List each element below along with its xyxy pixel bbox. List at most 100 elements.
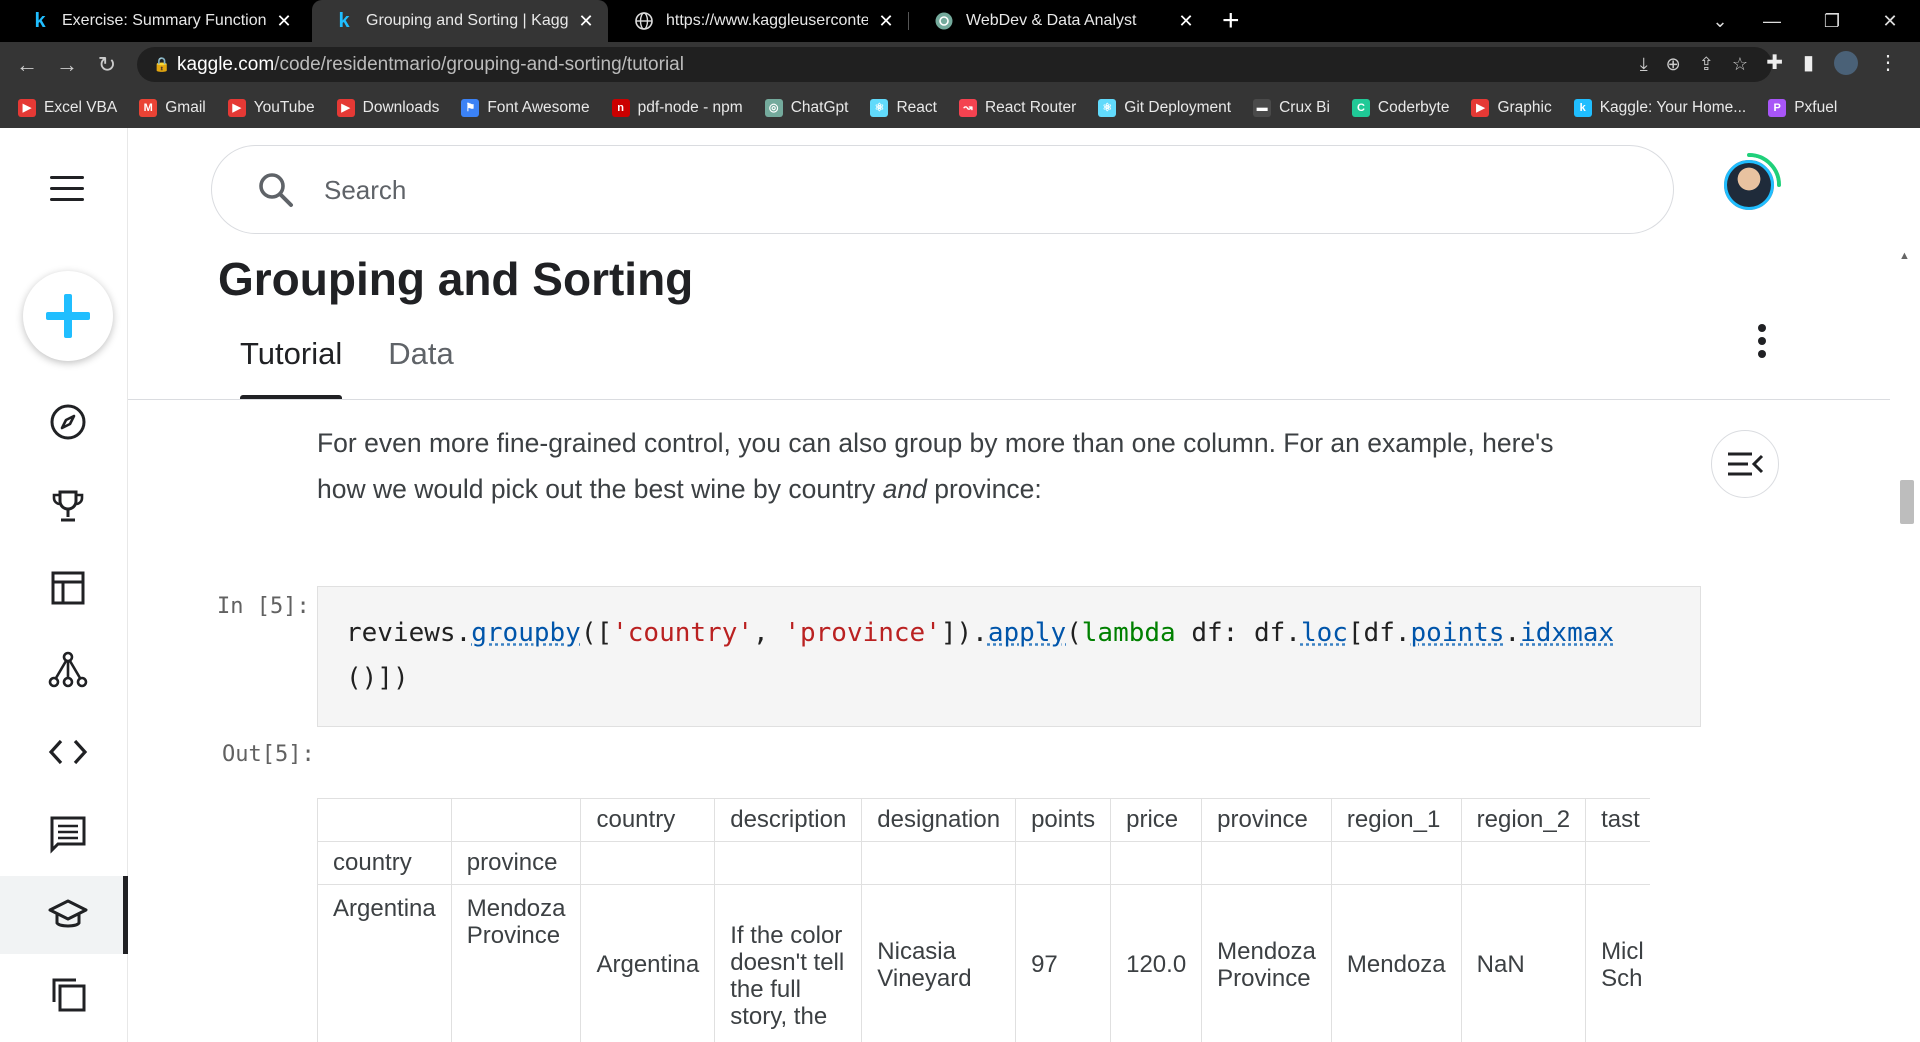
install-icon[interactable]: ⤓: [1640, 47, 1648, 82]
react-icon: ⚛: [1098, 98, 1117, 117]
bookmark-item[interactable]: M Gmail: [139, 98, 206, 117]
copy-icon[interactable]: [44, 970, 92, 1018]
table-header-cell: [450, 798, 582, 842]
globe-icon: [634, 11, 654, 31]
bookmark-item[interactable]: ⚛ Git Deployment: [1098, 98, 1232, 117]
bookmark-label: Gmail: [165, 98, 206, 116]
scroll-up-icon[interactable]: ▲: [1899, 250, 1910, 262]
bookmark-label: Crux Bi: [1279, 98, 1330, 116]
table-header-cell: province: [1201, 798, 1332, 842]
restore-button[interactable]: ❐: [1812, 0, 1852, 42]
tabs-divider: [128, 399, 1890, 400]
close-icon[interactable]: ✕: [576, 11, 596, 32]
extensions-icon[interactable]: ✚: [1766, 50, 1783, 75]
bookmark-label: pdf-node - npm: [637, 98, 743, 116]
avatar[interactable]: [1721, 157, 1777, 213]
table-header-cell: designation: [861, 798, 1017, 842]
input-prompt: In [5]:: [217, 594, 310, 619]
browser-tab-active[interactable]: k Grouping and Sorting | Kaggle ✕: [312, 0, 608, 42]
browser-tab[interactable]: WebDev & Data Analyst ✕: [912, 0, 1208, 42]
close-window-button[interactable]: ✕: [1870, 0, 1910, 42]
bookmark-item[interactable]: n pdf-node - npm: [611, 98, 743, 117]
bookmark-item[interactable]: ▶ Downloads: [336, 98, 439, 117]
bookmark-item[interactable]: ◎ ChatGpt: [764, 98, 848, 117]
browser-tab[interactable]: k Exercise: Summary Functions and ✕: [8, 0, 306, 42]
new-tab-button[interactable]: +: [1222, 4, 1240, 38]
forward-button[interactable]: →: [52, 50, 82, 80]
code-line: ()]): [346, 663, 409, 693]
index-name-cell: province: [450, 841, 582, 885]
npm-icon: n: [611, 98, 630, 117]
zoom-icon[interactable]: ⊕: [1666, 47, 1681, 82]
kaggle-icon: k: [338, 9, 350, 32]
tab-data[interactable]: Data: [388, 336, 453, 400]
close-icon[interactable]: ✕: [1176, 11, 1196, 32]
discussion-icon[interactable]: [44, 810, 92, 858]
datasets-table-icon[interactable]: [44, 564, 92, 612]
bookmark-item[interactable]: ↝ React Router: [958, 98, 1076, 117]
table-empty-cell: [1585, 841, 1650, 885]
bookmark-label: Font Awesome: [487, 98, 590, 116]
bookmark-item[interactable]: P Pxfuel: [1768, 98, 1837, 117]
bookmark-label: Coderbyte: [1377, 98, 1450, 116]
profile-icon[interactable]: [1834, 50, 1858, 75]
bookmark-label: Graphic: [1497, 98, 1552, 116]
tab-search-button[interactable]: ⌄: [1700, 0, 1740, 42]
url-field[interactable]: 🔒 kaggle.com/code/residentmario/grouping…: [137, 47, 1772, 82]
bookmark-item[interactable]: ▶ Excel VBA: [18, 98, 117, 117]
code-icon[interactable]: [44, 728, 92, 776]
minimize-button[interactable]: —: [1752, 0, 1792, 42]
browser-tab[interactable]: https://www.kaggleusercontent.c ✕: [612, 0, 908, 42]
reload-button[interactable]: ↻: [92, 50, 122, 80]
kaggle-icon: k: [1573, 98, 1592, 117]
code-cell[interactable]: reviews.groupby(['country', 'province'])…: [317, 586, 1701, 727]
url-path: /code/residentmario/grouping-and-sorting…: [274, 54, 684, 75]
bookmark-item[interactable]: ⚑ Font Awesome: [461, 98, 590, 117]
search-icon: [259, 173, 293, 207]
extension-area: ✚ ▮ ⋮: [1766, 50, 1898, 75]
table-empty-cell: [1110, 841, 1203, 885]
hamburger-menu-icon[interactable]: [50, 176, 84, 201]
table-empty-cell: [714, 841, 863, 885]
table-cell: Micl Sch: [1585, 884, 1650, 1042]
paragraph-emphasis: and: [882, 474, 927, 504]
close-icon[interactable]: ✕: [274, 11, 294, 32]
bookmark-item[interactable]: ▶ YouTube: [227, 98, 315, 117]
share-icon[interactable]: ⇪: [1699, 47, 1714, 82]
tab-title: Grouping and Sorting | Kaggle: [366, 12, 568, 29]
learn-graduation-cap-icon[interactable]: [44, 891, 92, 939]
bookmark-item[interactable]: ▶ Graphic: [1471, 98, 1552, 117]
more-options-icon[interactable]: [1758, 324, 1770, 363]
models-icon[interactable]: [44, 646, 92, 694]
create-button[interactable]: [23, 271, 113, 361]
back-button[interactable]: ←: [12, 50, 42, 80]
table-cell: Mendoza Province: [1201, 884, 1332, 1042]
bookmark-item[interactable]: k Kaggle: Your Home...: [1573, 98, 1746, 117]
bookmark-label: React: [896, 98, 937, 116]
page-scrollbar[interactable]: ▲: [1890, 128, 1920, 1042]
paragraph-text: province:: [926, 474, 1042, 504]
tab-tutorial[interactable]: Tutorial: [240, 336, 343, 400]
bookmark-item[interactable]: C Coderbyte: [1351, 98, 1450, 117]
menu-icon[interactable]: ⋮: [1878, 50, 1898, 75]
trophy-icon[interactable]: [44, 482, 92, 530]
table-header-row: country description designation points p…: [317, 798, 1650, 842]
side-panel-icon[interactable]: ▮: [1803, 50, 1814, 75]
page-tabs: Tutorial Data: [240, 336, 454, 400]
youtube-icon: ▶: [336, 98, 355, 117]
bookmark-item[interactable]: ▬ Crux Bi: [1253, 98, 1330, 117]
table-index-row: country province: [317, 841, 1650, 885]
bookmark-label: Git Deployment: [1124, 98, 1232, 116]
table-cell: Nicasia Vineyard: [861, 884, 1017, 1042]
bookmark-item[interactable]: ⚛ React: [870, 98, 937, 117]
table-of-contents-button[interactable]: [1711, 430, 1779, 498]
youtube-icon: ▶: [18, 98, 36, 117]
search-input[interactable]: [324, 170, 1524, 210]
table-header-cell: price: [1110, 798, 1203, 842]
search-bar: [211, 145, 1674, 234]
index-cell: Mendoza Province: [450, 884, 582, 1042]
star-icon[interactable]: ☆: [1732, 47, 1748, 82]
compass-icon[interactable]: [44, 398, 92, 446]
scrollbar-thumb[interactable]: [1900, 480, 1914, 524]
close-icon[interactable]: ✕: [876, 11, 896, 32]
